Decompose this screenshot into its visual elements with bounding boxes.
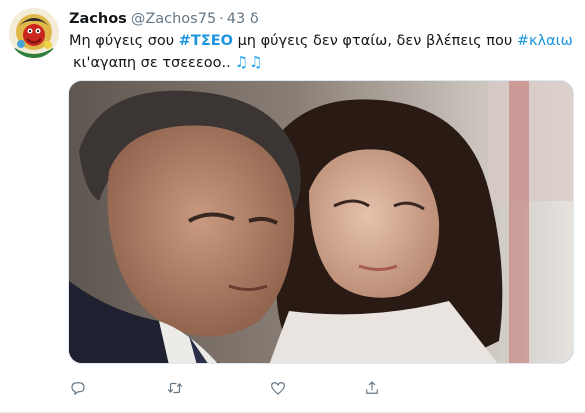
photo-image [69, 81, 573, 363]
tweet-text-line-2: κι'αγαπη σε τσεεεοο.. ♫♫ [69, 52, 574, 74]
separator-dot: · [219, 11, 224, 27]
music-notes-emoji: ♫♫ [234, 53, 264, 71]
tweet-photo[interactable] [68, 80, 574, 364]
like-button[interactable] [266, 376, 290, 400]
tweet-text-line-1: Μη φύγεις σου #ΤΣΕΟ μη φύγεις δεν φταίω,… [69, 31, 574, 52]
tweet-card[interactable]: Zachos @Zachos75 · 43 δ Μη φύγεις σου #ΤΣΕΟ… [0, 0, 585, 413]
hashtag-tseo[interactable]: #ΤΣΕΟ [179, 33, 233, 49]
share-icon [366, 381, 378, 394]
tweet-text: Μη φύγεις σου #ΤΣΕΟ μη φύγεις δεν φταίω,… [69, 31, 574, 74]
tweet-text-part-3: κι'αγαπη σε τσεεεοο.. [73, 55, 231, 71]
like-icon [271, 382, 285, 395]
tweet-actions [66, 376, 486, 400]
avatar-image [9, 8, 59, 58]
tweet-text-part-2: μη φύγεις δεν φταίω, δεν βλέπεις που [232, 33, 517, 49]
reply-icon [71, 382, 85, 396]
retweet-button[interactable] [163, 376, 187, 400]
display-name[interactable]: Zachos [69, 11, 127, 27]
tweet-text-part-1: Μη φύγεις σου [69, 33, 179, 49]
hashtag-klaio[interactable]: #κλαιω [517, 33, 573, 49]
user-handle[interactable]: @Zachos75 [131, 11, 216, 27]
share-button[interactable] [360, 376, 384, 400]
reply-button[interactable] [66, 376, 90, 400]
tweet-header: Zachos @Zachos75 · 43 δ [69, 10, 259, 29]
timestamp[interactable]: 43 δ [227, 11, 259, 27]
avatar[interactable] [9, 8, 59, 58]
retweet-icon [167, 382, 183, 394]
